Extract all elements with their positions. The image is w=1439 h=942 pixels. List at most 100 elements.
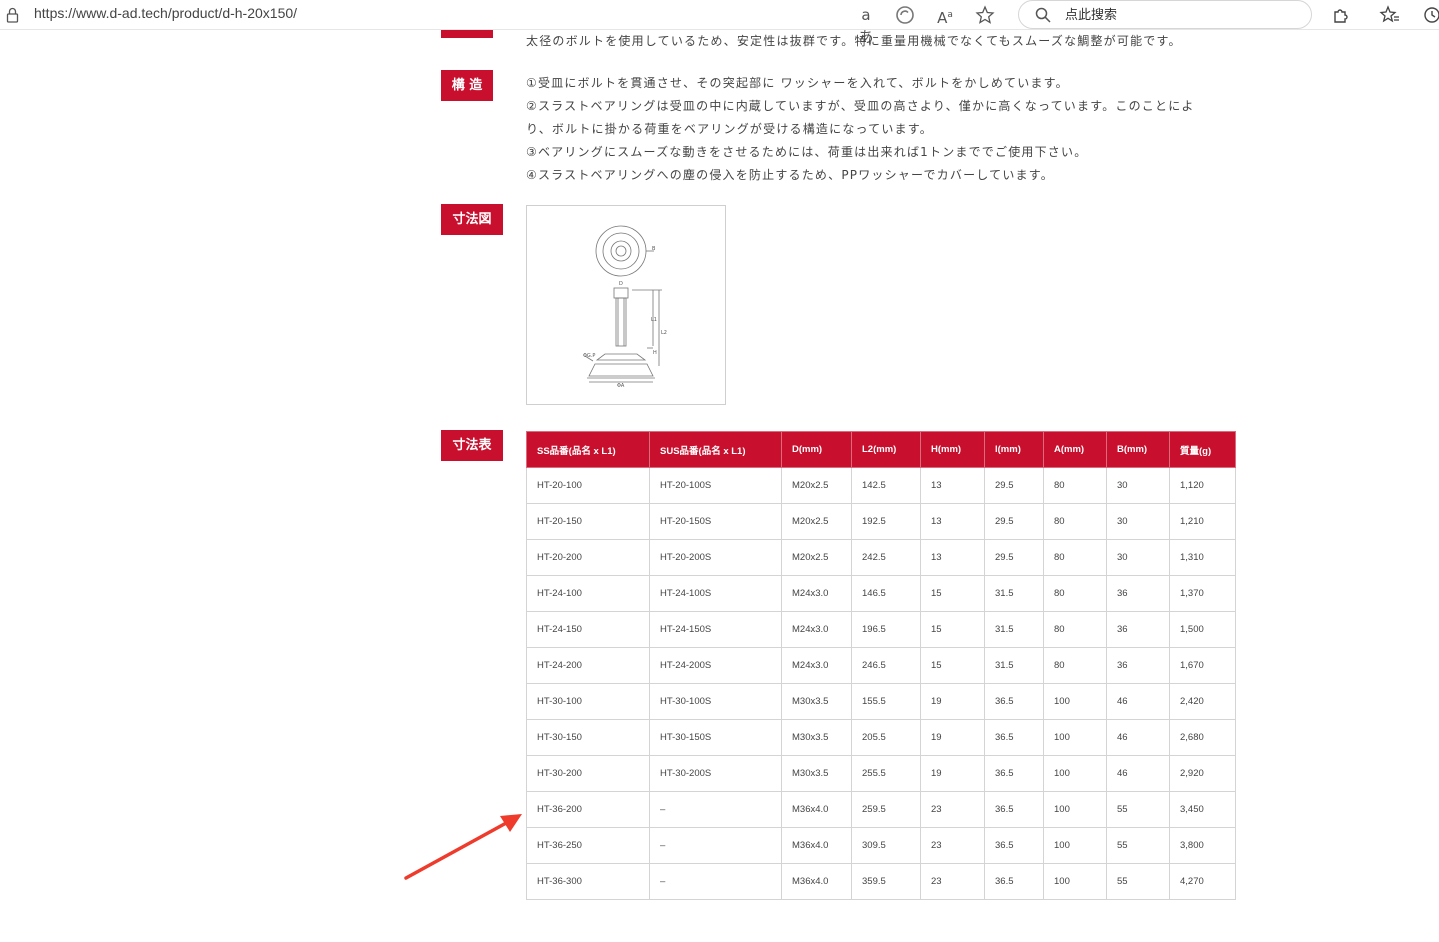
cell: M20x2.5 xyxy=(781,539,852,576)
cell: 1,210 xyxy=(1169,503,1236,540)
address-bar-url[interactable]: https://www.d-ad.tech/product/d-h-20x150… xyxy=(34,5,297,21)
refresh-icon[interactable] xyxy=(894,4,916,26)
cell: HT-24-200S xyxy=(649,647,782,684)
cell: 196.5 xyxy=(851,611,921,648)
cell: 1,370 xyxy=(1169,575,1236,612)
cell: 309.5 xyxy=(851,827,921,864)
cell: 242.5 xyxy=(851,539,921,576)
dim-d-label: D xyxy=(619,281,623,287)
cell: 80 xyxy=(1043,575,1107,612)
cell: HT-36-250 xyxy=(526,827,650,864)
cell: 19 xyxy=(920,683,985,720)
cell: HT-20-100S xyxy=(649,467,782,504)
cell: 36.5 xyxy=(984,863,1044,900)
cell: 1,500 xyxy=(1169,611,1236,648)
browser-toolbar: https://www.d-ad.tech/product/d-h-20x150… xyxy=(0,0,1439,46)
cell: M20x2.5 xyxy=(781,503,852,540)
table-row: HT-24-150 HT-24-150S M24x3.0 196.5 15 31.5 80 3… xyxy=(526,611,1236,648)
table-row: HT-20-100 HT-20-100S M20x2.5 142.5 13 29.5 80 3… xyxy=(526,467,1236,504)
cell: 46 xyxy=(1106,683,1170,720)
cell: 23 xyxy=(920,863,985,900)
cell: 19 xyxy=(920,755,985,792)
cell: M24x3.0 xyxy=(781,575,852,612)
structure-line-4: ③ベアリングにスムーズな動きをさせるためには、荷重は出来れば1トンまででご使用下… xyxy=(526,145,1088,159)
cell: HT-36-300 xyxy=(526,863,650,900)
search-input[interactable] xyxy=(1065,5,1295,25)
cell: HT-20-150S xyxy=(649,503,782,540)
cell: 36 xyxy=(1106,647,1170,684)
cell: HT-30-100S xyxy=(649,683,782,720)
table-header-row: SS品番(品名 x L1) SUS品番(品名 x L1) D(mm) L2(mm… xyxy=(526,431,1236,468)
cell: HT-30-200S xyxy=(649,755,782,792)
col-d: D(mm) xyxy=(781,431,852,468)
cell: 80 xyxy=(1043,503,1107,540)
cell: HT-24-150 xyxy=(526,611,650,648)
cell: 13 xyxy=(920,539,985,576)
table-row: HT-20-150 HT-20-150S M20x2.5 192.5 13 29.5 80 3… xyxy=(526,503,1236,540)
col-b: B(mm) xyxy=(1106,431,1170,468)
cell: 30 xyxy=(1106,503,1170,540)
cell: – xyxy=(649,827,782,864)
dim-l2-label: L2 xyxy=(661,330,667,336)
cell: M20x2.5 xyxy=(781,467,852,504)
read-aloud-aa-icon[interactable]: aあ xyxy=(855,4,877,46)
cell: 4,270 xyxy=(1169,863,1236,900)
favorite-star-icon[interactable] xyxy=(974,4,996,26)
table-row: HT-36-250– M36x4.0 309.5 23 36.5 100 55 3,800 xyxy=(526,827,1236,864)
cell: M30x3.5 xyxy=(781,755,852,792)
cell: 2,680 xyxy=(1169,719,1236,756)
favorites-icon[interactable] xyxy=(1379,4,1401,26)
cell: 142.5 xyxy=(851,467,921,504)
cell: 155.5 xyxy=(851,683,921,720)
structure-line-2: ②スラストベアリングは受皿の中に内蔵していますが、受皿の高さより、僅かに高くなっ… xyxy=(526,99,1195,113)
structure-line-5: ④スラストベアリングへの塵の侵入を防止するため、PPワッシャーでカバーしています… xyxy=(526,168,1054,182)
cell: 100 xyxy=(1043,683,1107,720)
cell: HT-24-100 xyxy=(526,575,650,612)
text-size-icon[interactable]: Aa xyxy=(934,4,956,27)
cell: 146.5 xyxy=(851,575,921,612)
cell: 55 xyxy=(1106,791,1170,828)
cell: – xyxy=(649,863,782,900)
cell: HT-24-100S xyxy=(649,575,782,612)
cell: HT-24-150S xyxy=(649,611,782,648)
structure-label: 構 造 xyxy=(441,70,493,101)
cell: M30x3.5 xyxy=(781,719,852,756)
table-row: HT-36-200– M36x4.0 259.5 23 36.5 100 55 3,450 xyxy=(526,791,1236,828)
cell: 100 xyxy=(1043,719,1107,756)
extensions-icon[interactable] xyxy=(1330,4,1352,26)
cell: 36.5 xyxy=(984,719,1044,756)
cell: 29.5 xyxy=(984,467,1044,504)
cell: HT-20-200S xyxy=(649,539,782,576)
lock-icon[interactable] xyxy=(6,7,19,23)
cell: 55 xyxy=(1106,863,1170,900)
cell: 31.5 xyxy=(984,575,1044,612)
cell: 36.5 xyxy=(984,791,1044,828)
cell: HT-30-150S xyxy=(649,719,782,756)
structure-line-1: ①受皿にボルトを貫通させ、その突起部に ワッシャーを入れて、ボルトをかしめていま… xyxy=(526,76,1069,90)
dim-b-label: B xyxy=(652,246,656,252)
cell: 29.5 xyxy=(984,539,1044,576)
dim-a-label: ΦA xyxy=(617,383,625,389)
cell: 1,310 xyxy=(1169,539,1236,576)
cell: 55 xyxy=(1106,827,1170,864)
dimension-table-label: 寸法表 xyxy=(441,430,503,461)
cell: HT-24-200 xyxy=(526,647,650,684)
leveling-foot-diagram: B D L1 L2 H ΦG.P ΦA xyxy=(583,225,667,389)
cell: 31.5 xyxy=(984,611,1044,648)
cell: M24x3.0 xyxy=(781,647,852,684)
search-box[interactable] xyxy=(1018,0,1312,29)
cell: 2,920 xyxy=(1169,755,1236,792)
col-l: l(mm) xyxy=(984,431,1044,468)
cell: 80 xyxy=(1043,539,1107,576)
history-icon[interactable] xyxy=(1420,4,1439,26)
structure-line-3: り、ボルトに掛かる荷重をベアリングが受ける構造になっています。 xyxy=(526,122,933,136)
cell: 255.5 xyxy=(851,755,921,792)
cell: 30 xyxy=(1106,467,1170,504)
cell: 359.5 xyxy=(851,863,921,900)
cell: 80 xyxy=(1043,467,1107,504)
col-l2: L2(mm) xyxy=(851,431,921,468)
cell: 15 xyxy=(920,647,985,684)
cell: HT-36-200 xyxy=(526,791,650,828)
cell: 36 xyxy=(1106,575,1170,612)
cell: HT-30-100 xyxy=(526,683,650,720)
